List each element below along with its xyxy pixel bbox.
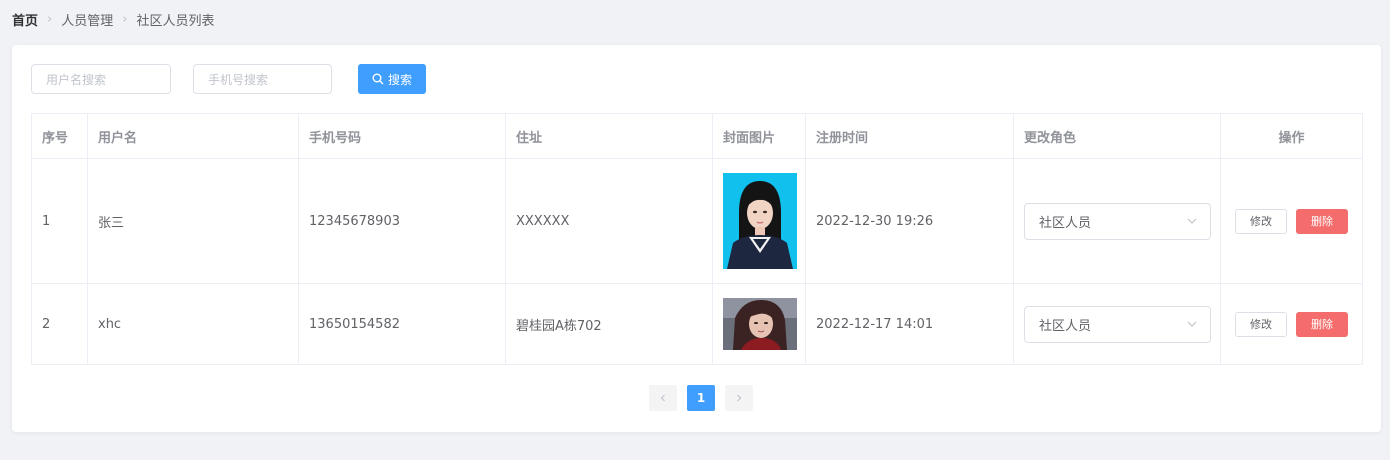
chevron-down-icon [1187, 218, 1197, 224]
breadcrumb-separator-icon: › [47, 11, 53, 27]
breadcrumb-separator-icon: › [122, 11, 128, 27]
chevron-down-icon [1187, 321, 1197, 327]
cell-role: 社区人员 [1013, 158, 1221, 284]
role-select-value: 社区人员 [1039, 318, 1092, 334]
header-registered-time: 注册时间 [805, 113, 1014, 159]
cell-cover-image [712, 283, 806, 365]
page-number-button[interactable]: 1 [687, 385, 715, 411]
cell-actions: 修改 删除 [1220, 283, 1363, 365]
main-card: 用户名搜索 手机号搜索 搜索 序号 用户名 手机号码 住址 封面图片 注册时间 … [12, 45, 1381, 432]
table-header-row: 序号 用户名 手机号码 住址 封面图片 注册时间 更改角色 操作 [31, 113, 1363, 159]
header-address: 住址 [505, 113, 713, 159]
header-index: 序号 [31, 113, 88, 159]
header-actions: 操作 [1220, 113, 1363, 159]
edit-button[interactable]: 修改 [1235, 208, 1287, 234]
header-cover-image: 封面图片 [712, 113, 806, 159]
search-icon [372, 73, 384, 85]
username-search-placeholder: 用户名搜索 [46, 72, 107, 87]
role-select[interactable]: 社区人员 [1024, 305, 1211, 343]
cover-image-portrait[interactable] [723, 173, 797, 269]
cell-actions: 修改 删除 [1220, 158, 1363, 284]
cell-registered-time: 2022-12-30 19:26 [805, 158, 1014, 284]
phone-search-input[interactable]: 手机号搜索 [193, 64, 332, 94]
breadcrumb-people-management[interactable]: 人员管理 [61, 10, 113, 29]
header-change-role: 更改角色 [1013, 113, 1221, 159]
next-page-button[interactable] [725, 385, 753, 411]
cell-role: 社区人员 [1013, 283, 1221, 365]
delete-button[interactable]: 删除 [1296, 311, 1348, 337]
cell-index: 2 [31, 283, 88, 365]
people-table: 序号 用户名 手机号码 住址 封面图片 注册时间 更改角色 操作 1 张三 12… [31, 113, 1363, 365]
chevron-left-icon [660, 394, 665, 402]
cell-phone: 12345678903 [298, 158, 506, 284]
cover-image-character[interactable] [723, 298, 797, 350]
header-username: 用户名 [87, 113, 299, 159]
prev-page-button[interactable] [649, 385, 677, 411]
cell-username: 张三 [87, 158, 299, 284]
table-row: 2 xhc 13650154582 碧桂园A栋702 2022-12-17 14… [31, 283, 1363, 365]
breadcrumb-home[interactable]: 首页 [12, 10, 38, 29]
username-search-input[interactable]: 用户名搜索 [31, 64, 171, 94]
cell-index: 1 [31, 158, 88, 284]
breadcrumb: 首页 › 人员管理 › 社区人员列表 [12, 10, 215, 29]
search-button-label: 搜索 [387, 72, 412, 87]
cell-phone: 13650154582 [298, 283, 506, 365]
table-row: 1 张三 12345678903 XXXXXX 2022-12-30 19:26… [31, 158, 1363, 284]
breadcrumb-current: 社区人员列表 [136, 13, 215, 29]
search-button[interactable]: 搜索 [358, 64, 426, 94]
edit-button[interactable]: 修改 [1235, 311, 1287, 337]
role-select-value: 社区人员 [1039, 215, 1092, 231]
cell-address: 碧桂园A栋702 [505, 283, 713, 365]
delete-button[interactable]: 删除 [1296, 208, 1348, 234]
cell-cover-image [712, 158, 806, 284]
pagination: 1 [649, 385, 753, 411]
chevron-right-icon [737, 394, 742, 402]
role-select[interactable]: 社区人员 [1024, 202, 1211, 240]
cell-username: xhc [87, 283, 299, 365]
cell-address: XXXXXX [505, 158, 713, 284]
phone-search-placeholder: 手机号搜索 [208, 72, 269, 87]
header-phone: 手机号码 [298, 113, 506, 159]
cell-registered-time: 2022-12-17 14:01 [805, 283, 1014, 365]
